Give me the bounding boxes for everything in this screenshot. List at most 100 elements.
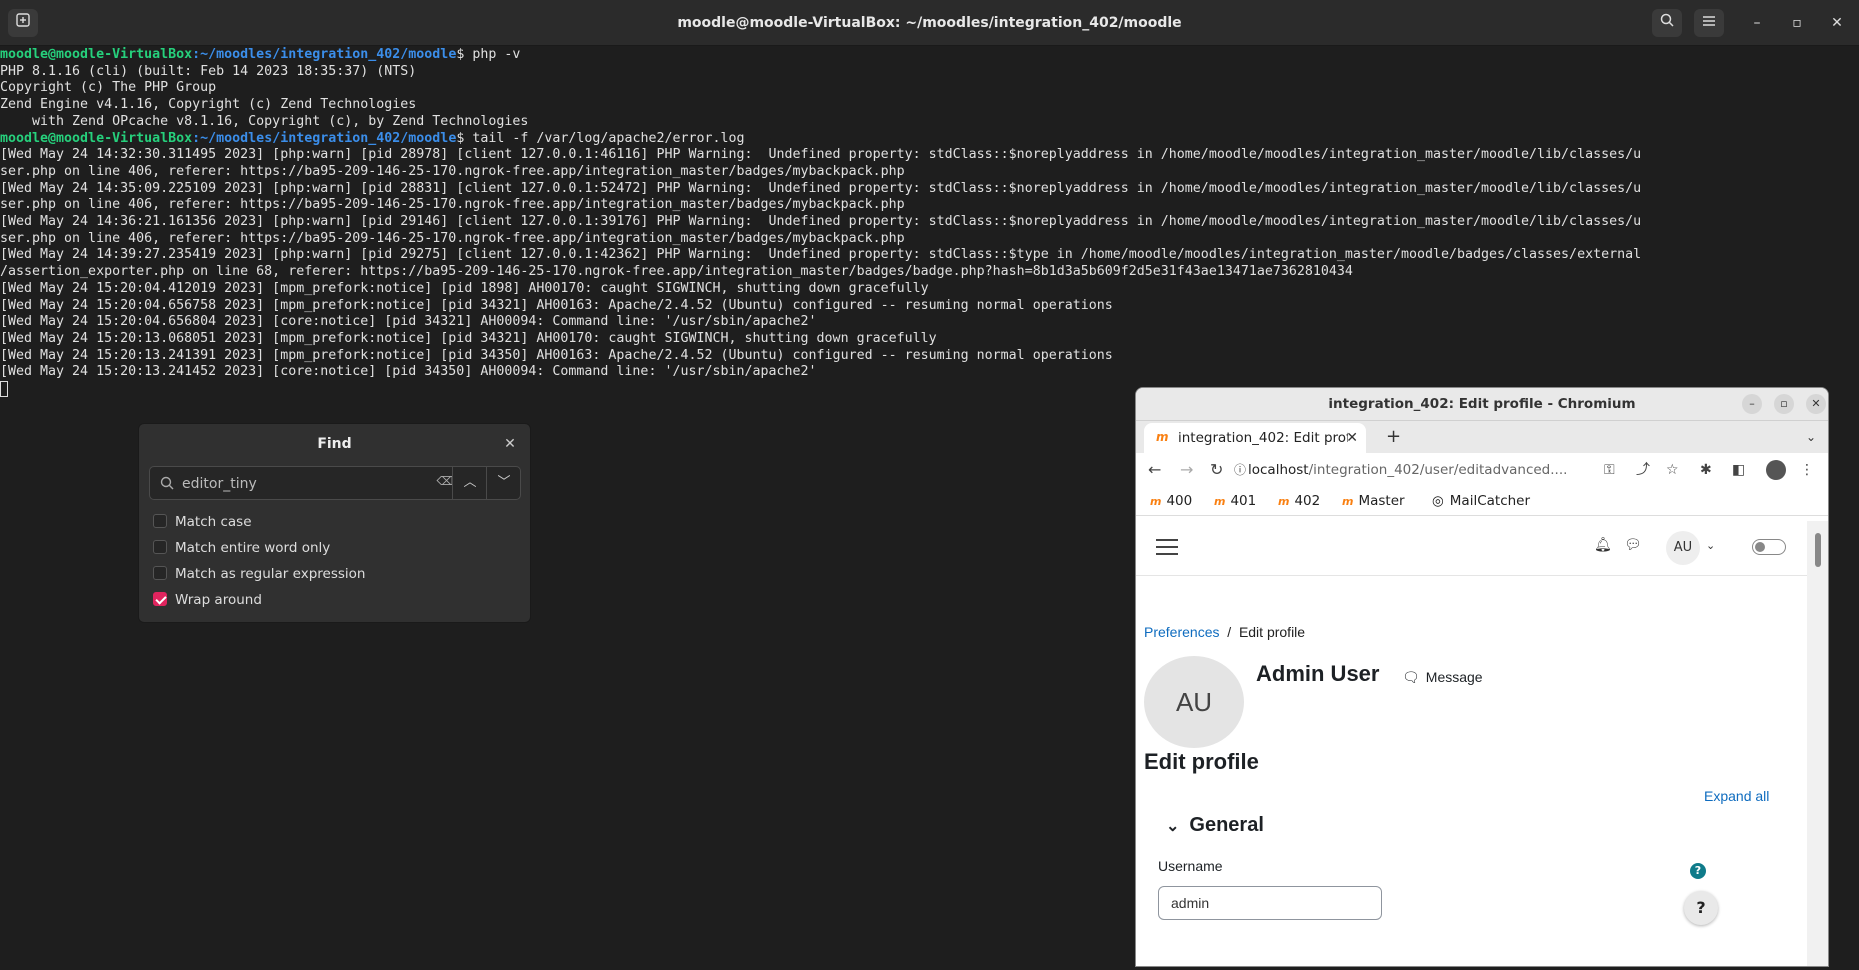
tab-edit-profile[interactable]: m integration_402: Edit profile ✕: [1144, 423, 1366, 453]
match-word-option[interactable]: Match entire word only: [153, 538, 330, 558]
message-button[interactable]: 🗨︎ Message: [1402, 669, 1483, 686]
username-label: Username: [1158, 858, 1223, 874]
moodle-favicon-icon: m: [1150, 495, 1162, 508]
moodle-navbar: 🔔︎ 💬︎ AU ⌄: [1136, 521, 1807, 576]
message-label: Message: [1425, 669, 1483, 685]
bookmark-label: MailCatcher: [1449, 493, 1531, 509]
close-icon[interactable]: ✕: [1806, 394, 1826, 414]
match-regex-label: Match as regular expression: [175, 566, 366, 582]
output-line: PHP 8.1.16 (cli) (built: Feb 14 2023 18:…: [0, 63, 417, 79]
reload-icon[interactable]: ↻: [1210, 453, 1223, 487]
log-line: [Wed May 24 14:36:21.161356 2023] [php:w…: [0, 214, 1642, 230]
log-line: [Wed May 24 14:32:30.311495 2023] [php:w…: [0, 147, 1642, 163]
breadcrumb-separator: /: [1227, 624, 1232, 640]
log-line: [Wed May 24 15:20:13.241452 2023] [core:…: [0, 364, 817, 380]
profile-avatar-icon[interactable]: [1766, 460, 1786, 480]
match-case-label: Match case: [175, 514, 252, 530]
moodle-page: 🔔︎ 💬︎ AU ⌄ Preferences / Edit profile AU…: [1136, 521, 1807, 966]
chevron-down-icon[interactable]: ⌄: [1706, 539, 1715, 552]
chevron-down-icon[interactable]: ⌄: [1806, 421, 1816, 453]
terminal-title: moodle@moodle-VirtualBox: ~/moodles/inte…: [677, 15, 1182, 31]
output-line: Copyright (c) The PHP Group: [0, 80, 217, 96]
chat-icon[interactable]: 💬︎: [1624, 537, 1642, 553]
bookmark-master[interactable]: m Master: [1342, 487, 1405, 516]
speech-bubble-icon: 🗨︎: [1402, 669, 1420, 685]
kebab-menu-icon[interactable]: ⋮: [1800, 453, 1814, 487]
url-host: localhost: [1248, 462, 1309, 478]
page-title: Edit profile: [1144, 749, 1259, 774]
key-icon[interactable]: ⚿: [1604, 453, 1615, 487]
bookmark-label: 400: [1166, 493, 1193, 509]
hamburger-menu-icon[interactable]: [1156, 539, 1178, 555]
find-search-box: ⌫ ︿ ﹀: [149, 466, 521, 501]
log-line: [Wed May 24 15:20:04.656758 2023] [mpm_p…: [0, 297, 1113, 313]
log-line: [Wed May 24 15:20:13.068051 2023] [mpm_p…: [0, 330, 937, 346]
tab-label: integration_402: Edit profile: [1178, 430, 1348, 446]
section-title: General: [1189, 814, 1264, 836]
match-regex-checkbox[interactable]: [153, 566, 167, 580]
bookmark-400[interactable]: m 400: [1150, 487, 1192, 516]
find-search-input[interactable]: [180, 467, 434, 501]
match-regex-option[interactable]: Match as regular expression: [153, 564, 365, 584]
previous-match-icon[interactable]: ︿: [452, 467, 487, 499]
output-line: with Zend OPcache v8.1.16, Copyright (c)…: [0, 113, 529, 129]
bookmark-label: 401: [1230, 493, 1257, 509]
extensions-icon[interactable]: ✱: [1700, 453, 1712, 487]
terminal-titlebar: moodle@moodle-VirtualBox: ~/moodles/inte…: [0, 0, 1859, 46]
chevron-down-icon: ⌄: [1166, 818, 1180, 835]
log-line: [Wed May 24 15:20:04.656804 2023] [core:…: [0, 314, 817, 330]
help-icon[interactable]: ?: [1690, 863, 1706, 879]
user-fullname: Admin User: [1256, 661, 1380, 686]
bookmark-401[interactable]: m 401: [1214, 487, 1256, 516]
share-icon[interactable]: ⤴: [1636, 453, 1650, 487]
url-path: /integration_402/user/editadvanced....: [1308, 462, 1568, 478]
bookmark-402[interactable]: m 402: [1278, 487, 1320, 516]
star-icon[interactable]: ☆: [1666, 453, 1679, 487]
chromium-titlebar: integration_402: Edit profile - Chromium…: [1136, 388, 1828, 421]
globe-icon: ◎: [1432, 493, 1444, 509]
help-button[interactable]: ?: [1684, 891, 1718, 925]
wrap-around-label: Wrap around: [175, 592, 262, 608]
expand-all-link[interactable]: Expand all: [1704, 788, 1769, 804]
wrap-around-checkbox[interactable]: [153, 592, 167, 606]
bookmark-label: Master: [1358, 493, 1405, 509]
log-line: [Wed May 24 15:20:13.241391 2023] [mpm_p…: [0, 347, 1113, 363]
close-icon[interactable]: ✕: [1822, 9, 1852, 37]
user-menu-avatar[interactable]: AU: [1666, 531, 1700, 565]
breadcrumb: Preferences / Edit profile: [1144, 624, 1305, 640]
command-tail-log: $ tail -f /var/log/apache2/error.log: [456, 130, 745, 146]
next-match-icon[interactable]: ﹀: [486, 467, 521, 499]
minimize-icon[interactable]: –: [1742, 394, 1762, 414]
scrollbar[interactable]: [1807, 521, 1828, 966]
bell-icon[interactable]: 🔔︎: [1594, 537, 1612, 553]
match-word-checkbox[interactable]: [153, 540, 167, 554]
scrollbar-thumb[interactable]: [1815, 533, 1821, 567]
username-input[interactable]: [1158, 886, 1382, 920]
bookmark-mailcatcher[interactable]: ◎ MailCatcher: [1432, 487, 1530, 515]
match-case-checkbox[interactable]: [153, 514, 167, 528]
wrap-around-option[interactable]: Wrap around: [153, 590, 262, 610]
address-bar[interactable]: localhost/integration_402/user/editadvan…: [1248, 457, 1593, 483]
log-line: [Wed May 24 14:35:09.225109 2023] [php:w…: [0, 180, 1642, 196]
maximize-icon[interactable]: ▫: [1782, 9, 1812, 37]
side-panel-icon[interactable]: ◧: [1732, 453, 1745, 487]
close-icon[interactable]: ✕: [500, 434, 520, 454]
log-line: ser.php on line 406, referer: https://ba…: [0, 230, 905, 246]
match-case-option[interactable]: Match case: [153, 512, 252, 532]
minimize-icon[interactable]: –: [1742, 9, 1772, 37]
section-general-toggle[interactable]: ⌄ General: [1166, 814, 1264, 837]
breadcrumb-preferences[interactable]: Preferences: [1144, 624, 1219, 640]
info-icon[interactable]: ⓘ: [1234, 453, 1246, 487]
find-dialog-header: Find ✕: [139, 424, 530, 464]
new-tab-icon[interactable]: +: [1386, 421, 1401, 453]
edit-mode-toggle[interactable]: [1752, 539, 1786, 555]
menu-icon[interactable]: [1694, 9, 1724, 37]
maximize-icon[interactable]: ▫: [1774, 394, 1794, 414]
search-icon[interactable]: [1652, 9, 1682, 37]
terminal-output: moodle@moodle-VirtualBox:~/moodles/integ…: [0, 47, 1859, 398]
back-icon[interactable]: ←: [1148, 453, 1161, 487]
command-php-version: $ php -v: [456, 47, 521, 62]
avatar: AU: [1144, 656, 1244, 748]
forward-icon[interactable]: →: [1180, 453, 1193, 487]
close-tab-icon[interactable]: ✕: [1346, 423, 1358, 453]
